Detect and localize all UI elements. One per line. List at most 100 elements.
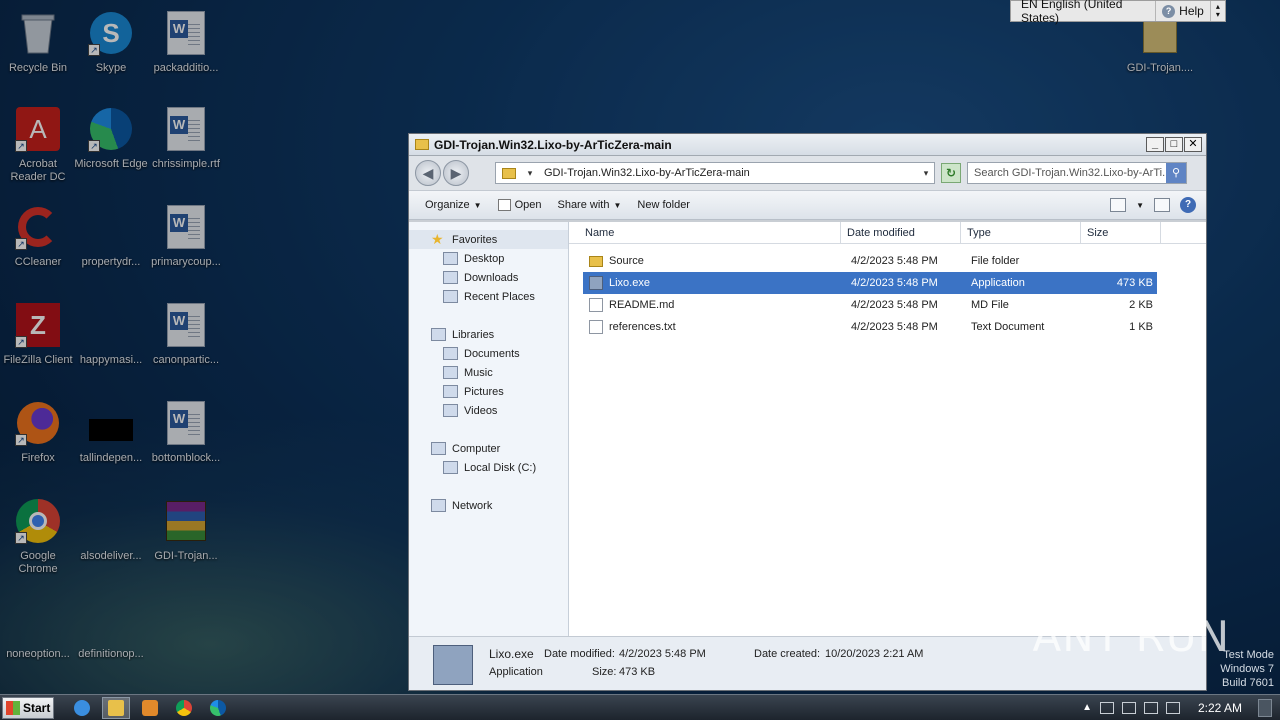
nav-local-disk[interactable]: Local Disk (C:) [409,458,568,477]
action-center-icon[interactable] [1099,701,1114,714]
desktop-icon-packadditio[interactable]: packadditio... [148,6,224,96]
document-icon [589,298,603,312]
desktop-icon-chrissimple[interactable]: chrissimple.rtf [148,102,224,192]
language-selector[interactable]: EN English (United States) [1011,0,1157,25]
volume-icon[interactable] [1121,701,1136,714]
nav-computer[interactable]: Computer [409,439,568,458]
clock[interactable]: 2:22 AM [1198,701,1242,715]
file-name: README.md [609,299,675,311]
desktop-icon-filezilla[interactable]: Z ↗ FileZilla Client [0,298,76,388]
desktop-icon-happymasi[interactable]: happymasi... [73,298,149,388]
media-player-icon [142,699,158,716]
explorer-body: ★ Favorites Desktop Downloads Recent Pla… [409,222,1206,636]
help-icon[interactable]: ? [1180,197,1196,213]
open-icon [497,199,511,211]
internet-explorer-icon [74,699,90,716]
open-button[interactable]: Open [490,191,550,219]
back-button[interactable]: ◀ [415,160,441,186]
show-hidden-icons-button[interactable]: ▲ [1082,702,1092,713]
search-input[interactable]: Search GDI-Trojan.Win32.Lixo-by-ArTi... … [967,162,1187,184]
desktop-icon-edge[interactable]: ↗ Microsoft Edge [73,102,149,192]
title-bar[interactable]: GDI-Trojan.Win32.Lixo-by-ArTicZera-main … [409,134,1206,156]
flag-icon[interactable] [1165,701,1180,714]
new-folder-button[interactable]: New folder [629,191,698,219]
nav-downloads-label: Downloads [464,271,519,284]
nav-downloads[interactable]: Downloads [409,268,568,287]
desktop-icon-canonpartic[interactable]: canonpartic... [148,298,224,388]
desktop-icon-tallindepen[interactable]: tallindepen... [73,396,149,486]
taskbar: Start ▲ 2:22 AM [0,694,1280,720]
desktop-icon-bottomblock[interactable]: bottomblock... [148,396,224,486]
desktop-icon-primarycoup[interactable]: primarycoup... [148,200,224,290]
preview-pane-icon[interactable] [1154,198,1170,212]
column-header-name[interactable]: Name [569,222,841,243]
nav-libraries[interactable]: Libraries [409,325,568,344]
file-size: 473 KB [1116,277,1153,289]
show-desktop-button[interactable] [1258,698,1272,717]
column-header-type[interactable]: Type [961,222,1081,243]
taskbar-explorer[interactable] [102,696,130,719]
windows-logo-icon [6,700,20,715]
taskbar-media-player[interactable] [136,697,164,719]
share-with-button[interactable]: Share with ▼ [549,191,629,219]
column-header-date-modified[interactable]: Date modified [841,222,961,243]
nav-recent-places-label: Recent Places [464,290,535,303]
help-button[interactable]: ? Help [1156,1,1211,21]
nav-pictures[interactable]: Pictures [409,382,568,401]
address-bar[interactable]: ▾ GDI-Trojan.Win32.Lixo-by-ArTicZera-mai… [495,162,935,184]
nav-music[interactable]: Music [409,363,568,382]
chevron-down-icon[interactable]: ▾ [522,168,538,179]
folder-icon [415,139,429,150]
file-row-source[interactable]: Source 4/2/2023 5:48 PM File folder [583,250,1157,272]
network-icon[interactable] [1143,701,1158,714]
file-row-lixo-exe[interactable]: Lixo.exe 4/2/2023 5:48 PM Application 47… [583,272,1157,294]
nav-recent-places[interactable]: Recent Places [409,287,568,306]
address-history-dropdown[interactable]: ▾ [918,168,934,179]
network-icon [431,499,446,512]
language-bar-options-button[interactable]: ▴ ▾ [1211,3,1225,19]
chevron-down-icon[interactable]: ▼ [1136,201,1144,210]
search-placeholder: Search GDI-Trojan.Win32.Lixo-by-ArTi... [974,167,1166,179]
share-with-label: Share with [557,199,610,211]
forward-button[interactable]: ▶ [443,160,469,186]
desktop-icon-skype[interactable]: S ↗ Skype [73,6,149,96]
desktop-icon-propertydr[interactable]: propertydr... [73,200,149,290]
start-button[interactable]: Start [2,696,54,719]
recycle-bin-icon [15,10,61,56]
search-icon[interactable]: ⚲ [1166,163,1186,183]
nav-pictures-label: Pictures [464,385,504,398]
word-document-icon [163,400,209,446]
videos-icon [443,404,458,417]
desktop-icon-recycle-bin[interactable]: Recycle Bin [0,6,76,96]
column-headers: Name Date modified Type Size [569,222,1206,244]
pictures-icon [443,385,458,398]
desktop-icon-gdi-trojan-archive[interactable]: GDI-Trojan... [148,494,224,584]
taskbar-chrome[interactable] [170,697,198,719]
nav-documents[interactable]: Documents [409,344,568,363]
desktop-icon-firefox[interactable]: ↗ Firefox [0,396,76,486]
file-row-readme[interactable]: README.md 4/2/2023 5:48 PM MD File 2 KB [583,294,1157,316]
nav-favorites[interactable]: ★ Favorites [409,230,568,249]
minimize-button[interactable]: _ [1146,137,1164,152]
downloads-icon [443,271,458,284]
desktop-icon-acrobat[interactable]: A ↗ Acrobat Reader DC [0,102,76,192]
file-row-references[interactable]: references.txt 4/2/2023 5:48 PM Text Doc… [583,316,1157,338]
change-view-icon[interactable] [1110,198,1127,212]
nav-network[interactable]: Network [409,496,568,515]
taskbar-internet-explorer[interactable] [68,697,96,719]
refresh-button[interactable]: ↻ [941,163,961,183]
column-header-size[interactable]: Size [1081,222,1161,243]
organize-button[interactable]: Organize ▼ [417,191,490,219]
desktop-icon-ccleaner[interactable]: ↗ CCleaner [0,200,76,290]
desktop-icon-alsodeliver[interactable]: alsodeliver... [73,494,149,584]
close-button[interactable]: ✕ [1184,137,1202,152]
desktop-icon-definitionop[interactable]: definitionop... [73,592,149,682]
file-date: 4/2/2023 5:48 PM [851,255,938,267]
maximize-button[interactable]: □ [1165,137,1183,152]
desktop-icon-chrome[interactable]: ↗ Google Chrome [0,494,76,584]
nav-desktop[interactable]: Desktop [409,249,568,268]
taskbar-edge[interactable] [204,697,232,719]
desktop-icon-noneoption[interactable]: noneoption... [0,592,76,682]
nav-videos[interactable]: Videos [409,401,568,420]
file-name: references.txt [609,321,676,333]
